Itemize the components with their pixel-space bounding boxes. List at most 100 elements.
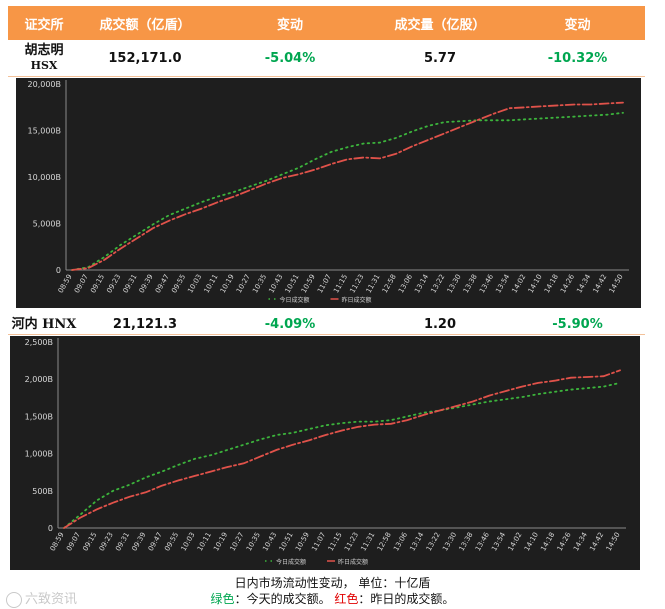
legend-label: 今日成交额 [280,296,310,304]
x-tick-label: 13:38 [462,273,479,294]
hsx-chart: 0 5,000B 10,000B 15,000B 20,000B 08:59 09:07 09… [16,78,641,308]
y-tick-label: 0 [48,524,53,533]
x-tick-label: 09:15 [81,531,98,552]
x-tick-label: 11:31 [365,273,382,294]
hsx-volume: 5.77 [423,50,457,66]
hsx-volume-change: -10.32% [547,50,608,66]
x-tick-label: 10:43 [261,531,278,552]
hsx-name: 胡志明 HSX [8,43,80,73]
x-tick-label: 13:14 [413,273,430,295]
hsx-value-change: -5.04% [264,50,316,66]
hsx-name-code: HSX [30,59,58,72]
y-tick-label: 5,000B [33,220,61,229]
header-value: 成交额（亿盾） [99,17,191,33]
hsx-chart-svg: 05,000B10,000B15,000B20,000B08:59 09:07 09… [28,80,629,304]
x-tick-label: 08:59 [49,531,66,552]
y-tick-label: 1,000B [25,450,53,459]
x-tick-label: 14:18 [543,273,560,294]
x-tick-label: 09:23 [105,273,122,294]
y-tick-label: 2,500B [25,338,53,347]
footer-red-label: 红色 [334,592,359,606]
header-volume: 成交量（亿股） [394,17,486,33]
series-line-today [63,382,621,529]
x-tick-label: 09:55 [170,273,187,294]
x-tick-label: 09:47 [154,273,171,294]
x-tick-label: 14:02 [507,531,524,552]
x-tick-label: 11:07 [310,531,327,552]
watermark-logo-icon [6,591,22,608]
series-line-yesterday [71,101,624,271]
footer-line1: 日内市场流动性变动， 单位：十亿盾 [234,576,431,590]
x-tick-label: 09:55 [163,531,180,552]
x-tick-label: 13:46 [474,531,491,553]
x-tick-label: 11:15 [332,273,349,294]
hnx-value: 21,121.3 [112,316,178,332]
y-tick-label: 1,500B [25,412,53,421]
watermark-text: 六致资讯 [25,592,78,607]
y-tick-label: 2,000B [25,375,53,384]
footer-caption: 日内市场流动性变动， 单位：十亿盾 绿色：今天的成交额。 红色：昨日的成交额。 [0,575,665,607]
x-tick-label: 10:27 [235,273,252,294]
x-tick-label: 10:03 [186,273,203,294]
x-tick-label: 14:02 [510,273,527,294]
y-tick-label: 500B [32,487,53,496]
x-tick-label: 13:54 [490,531,507,553]
x-tick-label: 10:03 [180,531,197,552]
x-tick-label: 11:23 [343,531,360,552]
x-tick-label: 10:51 [278,531,295,552]
x-tick-label: 14:50 [605,531,622,552]
hnx-row: 河内 HNX 21,121.3 -4.09% 1.20 -5.90% [8,314,645,335]
hsx-name-cn: 胡志明 [24,43,64,58]
table-header: 证交所 成交额（亿盾） 变动 成交量（亿股） 变动 [8,6,645,40]
x-tick-label: 10:35 [245,531,262,552]
x-tick-label: 09:07 [65,531,82,552]
x-tick-label: 08:59 [57,273,74,294]
x-tick-label: 13:30 [441,531,458,552]
x-tick-label: 10:35 [251,273,268,294]
header-value-change: 变动 [276,17,303,33]
footer-red-text: ：昨日的成交额。 [358,592,455,606]
x-tick-label: 14:42 [588,531,605,552]
hnx-chart-svg: 0500B1,000B1,500B2,000B2,500B08:59 09:07 0… [25,338,626,566]
x-tick-label: 11:23 [348,273,365,294]
x-tick-label: 13:38 [458,531,475,552]
x-tick-label: 10:11 [196,531,213,552]
x-tick-label: 13:22 [425,531,442,552]
x-tick-label: 14:10 [527,273,544,294]
x-tick-label: 14:50 [608,273,625,294]
x-tick-label: 13:06 [392,531,409,553]
footer-line2: 绿色：今天的成交额。 红色：昨日的成交额。 [0,591,665,607]
y-tick-label: 0 [56,266,61,275]
x-tick-label: 14:10 [523,531,540,552]
y-tick-label: 20,000B [28,80,61,89]
hnx-value-change: -4.09% [264,316,316,332]
x-tick-label: 09:07 [73,273,90,294]
x-tick-label: 09:15 [89,273,106,294]
hnx-volume: 1.20 [423,316,457,332]
x-tick-label: 11:31 [359,531,376,552]
x-tick-label: 11:07 [316,273,333,294]
x-tick-label: 10:19 [219,273,236,294]
hsx-row: 胡志明 HSX 152,171.0 -5.04% 5.77 -10.32% [8,40,645,77]
x-tick-label: 14:42 [592,273,609,294]
x-tick-label: 10:11 [203,273,220,294]
hsx-value: 152,171.0 [108,50,182,66]
hnx-chart: 0 500B 1,000B 1,500B 2,000B 2,500B 08:59 09:07 0… [10,336,640,570]
series-line-yesterday [63,369,621,529]
hnx-volume-change: -5.90% [552,316,603,332]
x-tick-label: 13:30 [446,273,463,294]
x-tick-label: 10:59 [294,531,311,552]
x-tick-label: 14:18 [539,531,556,552]
x-tick-label: 09:23 [98,531,115,552]
x-tick-label: 13:14 [408,531,425,553]
x-tick-label: 09:39 [138,273,155,294]
footer-green-text: ：今天的成交额。 [234,592,331,606]
x-tick-label: 10:27 [229,531,246,552]
x-tick-label: 14:34 [575,273,592,295]
legend-label: 昨日成交额 [342,296,372,304]
series-line-today [71,111,624,271]
x-tick-label: 13:22 [429,273,446,294]
x-tick-label: 13:06 [397,273,414,295]
x-tick-label: 11:15 [327,531,344,552]
x-tick-label: 14:34 [572,531,589,553]
